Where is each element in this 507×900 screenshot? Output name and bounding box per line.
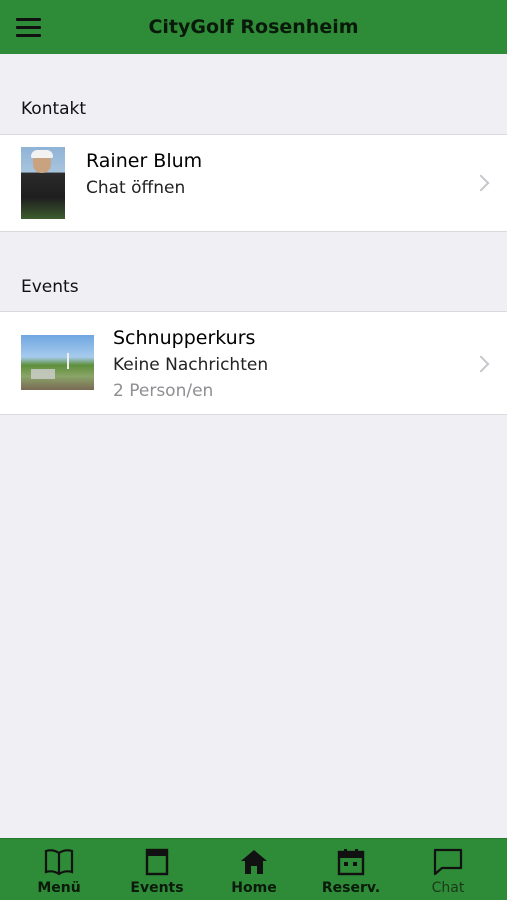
tab-menu[interactable]: Menü [9,839,109,900]
section-header-kontakt: Kontakt [21,99,87,119]
home-icon [241,850,267,874]
tab-bar: Menü Events Home Reserv. Chat [0,838,507,900]
tab-label: Events [130,880,184,896]
event-row[interactable]: Schnupperkurs Keine Nachrichten 2 Person… [0,311,507,415]
app-header: CityGolf Rosenheim [0,0,507,54]
event-name: Schnupperkurs [113,327,256,349]
tab-label: Reserv. [321,880,381,896]
tab-reservations[interactable]: Reserv. [301,839,401,900]
chevron-right-icon [472,174,490,192]
tab-home[interactable]: Home [204,839,304,900]
contact-name: Rainer Blum [86,150,203,172]
contact-row[interactable]: Rainer Blum Chat öffnen [0,134,507,232]
event-thumbnail [21,335,94,390]
event-participants: 2 Person/en [113,381,214,401]
document-icon [145,848,169,876]
tab-chat[interactable]: Chat [398,839,498,900]
chat-icon [433,848,463,876]
chevron-right-icon [472,355,490,373]
calendar-icon [337,849,365,876]
contact-subtitle: Chat öffnen [86,178,186,198]
book-icon [44,849,74,876]
avatar [21,147,65,219]
page-title: CityGolf Rosenheim [148,16,359,38]
section-header-events: Events [21,277,79,297]
tab-label: Chat [431,880,465,896]
tab-label: Menü [37,880,81,896]
tab-events[interactable]: Events [107,839,207,900]
tab-label: Home [231,880,277,896]
event-subtitle: Keine Nachrichten [113,355,269,375]
